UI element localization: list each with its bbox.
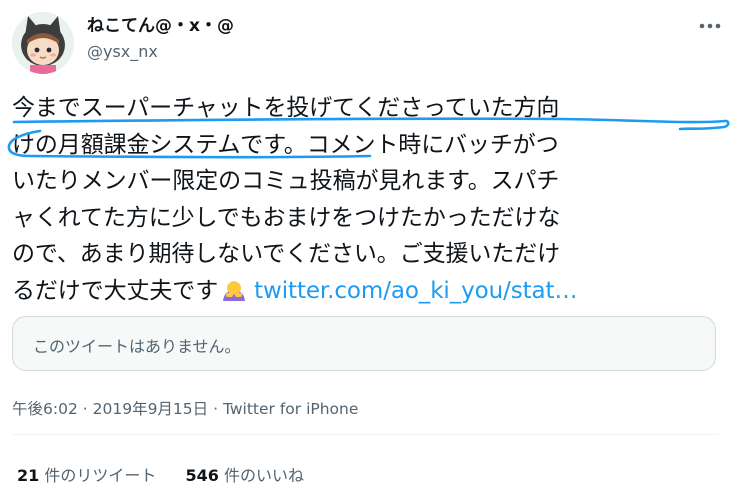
likes-stat[interactable]: 546 件のいいね [185,462,304,486]
retweets-count: 21 [17,466,40,485]
more-horizontal-icon [699,23,721,29]
divider [12,434,718,435]
tweet-stats: 21 件のリツイート 546 件のいいね [17,462,304,486]
tweet-line: いたりメンバー限定のコミュ投稿が見れます。スパチ [12,168,560,195]
quoted-tweet-unavailable: このツイートはありません。 [12,316,716,371]
person-bowing-emoji-icon [221,276,247,314]
tweet-line: るだけで大丈夫です [12,277,219,304]
meta-separator: · [82,400,88,418]
avatar[interactable] [12,12,74,74]
tweet-date-link[interactable]: 2019年9月15日 [93,400,209,418]
tweet-line: けの月額課金システムです。コメント時にバッチがつ [12,131,559,158]
tweet-line: ので、あまり期待しないでください。ご支援いただけ [12,241,560,268]
more-options-button[interactable] [692,12,728,40]
retweets-label: 件のリツイート [44,466,157,485]
tweet-time-link[interactable]: 午後6:02 [12,400,78,418]
author-handle[interactable]: @ysx_nx [87,42,158,62]
tweet-line: ャくれてた方に少しでもおまけをつけたかっただけな [12,204,561,231]
tweet-meta: 午後6:02 · 2019年9月15日 · Twitter for iPhone [12,397,358,419]
likes-count: 546 [185,466,219,485]
cat-hood-girl-avatar-icon [12,12,74,74]
author-display-name[interactable]: ねこてん@・x・@ [87,16,234,36]
tweet-text: 今までスーパーチャットを投げてくださっていた方向 けの月額課金システムです。コメ… [12,90,718,310]
meta-separator: · [213,400,219,418]
tweet-source-link[interactable]: Twitter for iPhone [223,400,358,418]
tweet-line: 今までスーパーチャットを投げてくださっていた方向 [12,95,560,121]
tweet-link[interactable]: twitter.com/ao_ki_you/stat… [254,278,577,304]
quoted-tweet-notice: このツイートはありません。 [33,337,241,356]
tweet-last-line: るだけで大丈夫です twitter.com/ao_ki_you/stat… [12,273,718,310]
likes-label: 件のいいね [223,466,304,485]
retweets-stat[interactable]: 21 件のリツイート [17,462,156,486]
